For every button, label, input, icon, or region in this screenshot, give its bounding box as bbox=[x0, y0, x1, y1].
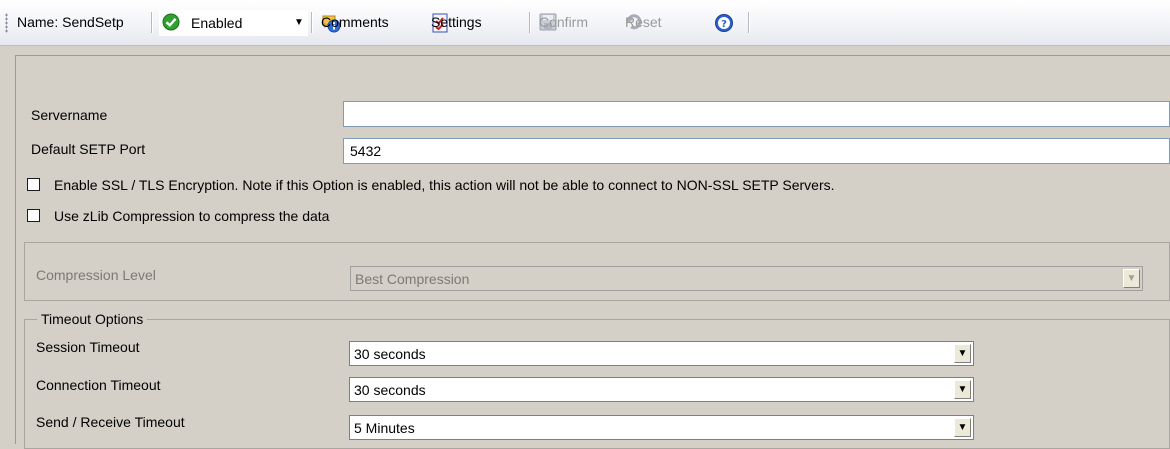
ssl-checkbox[interactable] bbox=[27, 178, 40, 191]
toolbar-separator bbox=[529, 12, 531, 33]
toolbar-separator bbox=[748, 12, 750, 33]
session-timeout-value: 30 seconds bbox=[354, 346, 426, 362]
connection-timeout-label: Connection Timeout bbox=[36, 377, 161, 393]
send-receive-timeout-label: Send / Receive Timeout bbox=[36, 414, 185, 430]
toolbar: Name: SendSetp Enabled ▼ Comments Settin… bbox=[0, 0, 1170, 46]
status-dropdown[interactable]: Enabled ▼ bbox=[159, 10, 308, 36]
action-name-label: Name: SendSetp bbox=[17, 14, 124, 30]
send-receive-timeout-select[interactable]: 5 Minutes ▼ bbox=[349, 415, 974, 440]
settings-label: Settings bbox=[431, 14, 482, 30]
confirm-label: Confirm bbox=[539, 14, 589, 30]
connection-timeout-select[interactable]: 30 seconds ▼ bbox=[349, 377, 974, 402]
ssl-checkbox-label: Enable SSL / TLS Encryption. Note if thi… bbox=[54, 177, 835, 193]
port-label: Default SETP Port bbox=[31, 141, 146, 157]
zlib-checkbox[interactable] bbox=[27, 209, 40, 222]
timeout-options-legend: Timeout Options bbox=[37, 310, 148, 328]
servername-input[interactable] bbox=[343, 101, 1170, 127]
chevron-down-icon[interactable]: ▼ bbox=[954, 418, 971, 437]
connection-timeout-value: 30 seconds bbox=[354, 382, 426, 398]
chevron-down-icon[interactable]: ▼ bbox=[954, 344, 971, 363]
chevron-down-icon[interactable]: ▼ bbox=[954, 380, 971, 399]
svg-text:?: ? bbox=[721, 19, 727, 30]
session-timeout-select[interactable]: 30 seconds ▼ bbox=[349, 341, 974, 366]
comments-button[interactable]: Comments bbox=[321, 9, 389, 35]
reset-label: Reset bbox=[625, 14, 662, 30]
chevron-down-icon[interactable]: ▼ bbox=[1123, 269, 1140, 288]
toolbar-separator bbox=[151, 12, 153, 33]
settings-button[interactable]: Settings bbox=[431, 9, 482, 35]
compression-level-label: Compression Level bbox=[36, 267, 156, 283]
session-timeout-label: Session Timeout bbox=[36, 339, 140, 355]
toolbar-grip[interactable] bbox=[5, 13, 8, 33]
compression-level-value: Best Compression bbox=[355, 271, 470, 287]
comments-label: Comments bbox=[321, 14, 389, 30]
chevron-down-icon[interactable]: ▼ bbox=[291, 11, 307, 35]
compression-level-select[interactable]: Best Compression ▼ bbox=[350, 266, 1143, 291]
port-input[interactable] bbox=[343, 138, 1170, 164]
servername-label: Servername bbox=[31, 107, 108, 123]
reset-button[interactable]: Reset bbox=[625, 9, 662, 35]
help-icon: ? bbox=[714, 13, 733, 32]
zlib-checkbox-label: Use zLib Compression to compress the dat… bbox=[54, 208, 330, 224]
status-value: Enabled bbox=[191, 15, 243, 31]
toolbar-separator bbox=[311, 12, 313, 33]
send-receive-timeout-value: 5 Minutes bbox=[354, 420, 415, 436]
green-check-icon bbox=[162, 13, 180, 31]
help-button[interactable]: ? bbox=[714, 9, 733, 35]
confirm-button[interactable]: Confirm bbox=[539, 9, 588, 35]
